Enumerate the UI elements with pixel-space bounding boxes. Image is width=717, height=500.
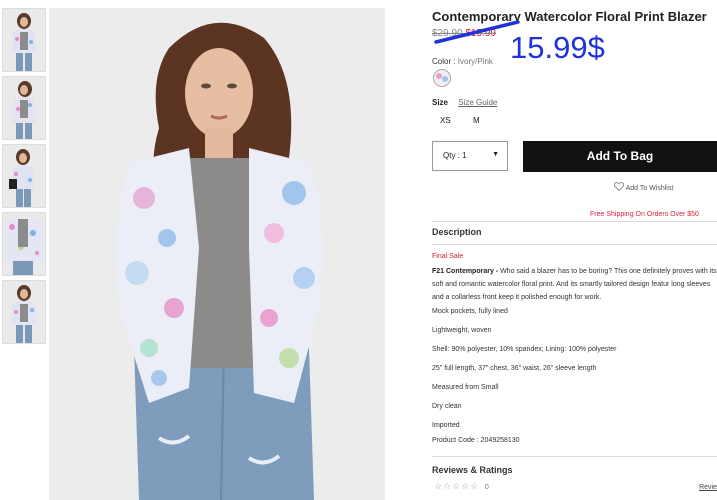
- wishlist-label: Add To Wishlist: [625, 185, 674, 192]
- detail-item: Mock pockets, fully lined: [432, 308, 508, 315]
- detail-item: Shell: 90% polyester, 10% spandex; Linin…: [432, 346, 617, 353]
- star-rating: ☆☆☆☆☆ 0: [434, 481, 490, 492]
- detail-item: 25" full length, 37" chest, 36" waist, 2…: [432, 365, 597, 372]
- product-code: Product Code : 2049258130: [432, 437, 520, 444]
- handwritten-price: 15.99$: [510, 30, 605, 65]
- add-to-bag-button[interactable]: Add To Bag: [523, 141, 717, 172]
- detail-item: Lightweight, woven: [432, 327, 492, 334]
- description-paragraph: F21 Contemporary - Who said a blazer has…: [432, 265, 717, 304]
- brand-name: F21 Contemporary -: [432, 268, 499, 275]
- divider: [432, 244, 717, 245]
- description-heading: Description: [432, 227, 482, 237]
- thumbnail-1[interactable]: [2, 8, 46, 72]
- divider: [432, 456, 717, 457]
- star-icon: ☆☆☆☆☆: [434, 481, 480, 491]
- color-row: Color : Ivory/Pink: [432, 57, 493, 66]
- review-count: 0: [484, 484, 490, 491]
- color-value: Ivory/Pink: [457, 57, 493, 66]
- add-to-wishlist-link[interactable]: Add To Wishlist: [613, 182, 674, 192]
- size-row: Size Size Guide: [432, 98, 497, 107]
- quantity-select[interactable]: Qty : 1 ▼: [432, 141, 508, 171]
- color-swatch-ivory-pink[interactable]: [433, 69, 451, 87]
- thumbnail-3[interactable]: [2, 144, 46, 208]
- thumbnail-4-image: [3, 213, 45, 275]
- size-guide-link[interactable]: Size Guide: [458, 98, 497, 107]
- thumbnail-strip: [2, 8, 46, 348]
- thumbnail-5-image: [3, 281, 45, 343]
- final-sale-label: Final Sale: [432, 253, 464, 260]
- color-label: Color :: [432, 57, 456, 66]
- detail-item: Dry clean: [432, 403, 462, 410]
- thumbnail-2[interactable]: [2, 76, 46, 140]
- write-review-link[interactable]: Revie: [699, 484, 717, 491]
- size-label: Size: [432, 98, 449, 107]
- caret-down-icon: ▼: [492, 151, 499, 158]
- free-shipping-note: Free Shipping On Orders Over $50: [590, 211, 699, 218]
- divider: [432, 221, 717, 222]
- detail-item: Measured from Small: [432, 384, 499, 391]
- size-option-m[interactable]: M: [473, 116, 480, 125]
- size-option-xs[interactable]: XS: [440, 116, 451, 125]
- thumbnail-1-image: [3, 9, 45, 71]
- swatch-pattern: [436, 73, 448, 82]
- detail-item: Imported: [432, 422, 460, 429]
- thumbnail-2-image: [3, 77, 45, 139]
- main-product-image[interactable]: [49, 8, 385, 500]
- quantity-label: Qty : 1: [443, 151, 467, 160]
- thumbnail-4[interactable]: [2, 212, 46, 276]
- thumbnail-5[interactable]: [2, 280, 46, 344]
- thumbnail-3-image: [3, 145, 45, 207]
- heart-icon: [613, 182, 625, 192]
- reviews-heading: Reviews & Ratings: [432, 465, 513, 475]
- model-photo: [49, 8, 385, 500]
